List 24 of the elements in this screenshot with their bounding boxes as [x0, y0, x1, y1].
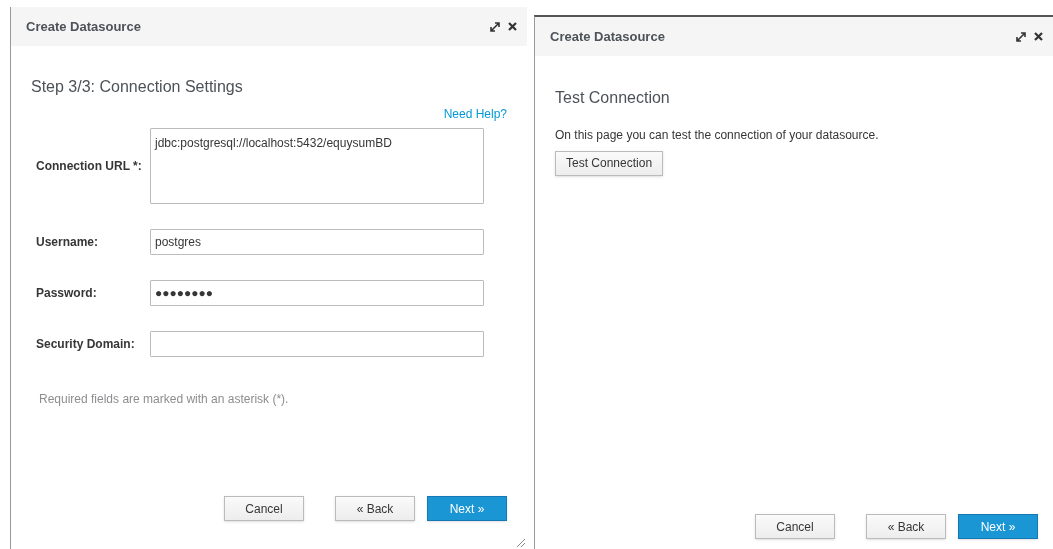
dialog-button[interactable]: Cancel [224, 496, 304, 521]
dialog-button[interactable]: « Back [866, 514, 946, 539]
input-field[interactable] [150, 331, 484, 357]
dialog-button[interactable]: Cancel [755, 514, 835, 539]
required-note: Required fields are marked with an asterisk (*). [38, 391, 290, 408]
description-text: On this page you can test the connection of your datasource. [555, 127, 880, 144]
expand-icon[interactable] [1016, 31, 1026, 42]
input-field[interactable]: postgres [150, 229, 484, 255]
close-icon[interactable] [1034, 32, 1043, 41]
step-heading: Step 3/3: Connection Settings [31, 77, 244, 97]
resize-grip-icon[interactable] [514, 536, 526, 548]
field-label: Password: [36, 285, 98, 302]
dialog-title: Create Datasource [550, 27, 665, 46]
url-textarea[interactable]: jdbc:postgresql://localhost:5432/equysumBD [150, 128, 484, 204]
field-label: Connection URL *: [36, 158, 143, 175]
dialog-button[interactable]: « Back [335, 496, 415, 521]
expand-icon[interactable] [490, 21, 500, 32]
section-heading: Test Connection [555, 88, 671, 108]
field-label: Username: [36, 234, 100, 251]
dialog-title: Create Datasource [26, 17, 141, 36]
test-connection-button[interactable]: Test Connection [555, 150, 664, 176]
field-label: Security Domain: [36, 336, 136, 353]
input-field[interactable]: ●●●●●●●● [150, 280, 484, 306]
close-icon[interactable] [508, 22, 517, 31]
